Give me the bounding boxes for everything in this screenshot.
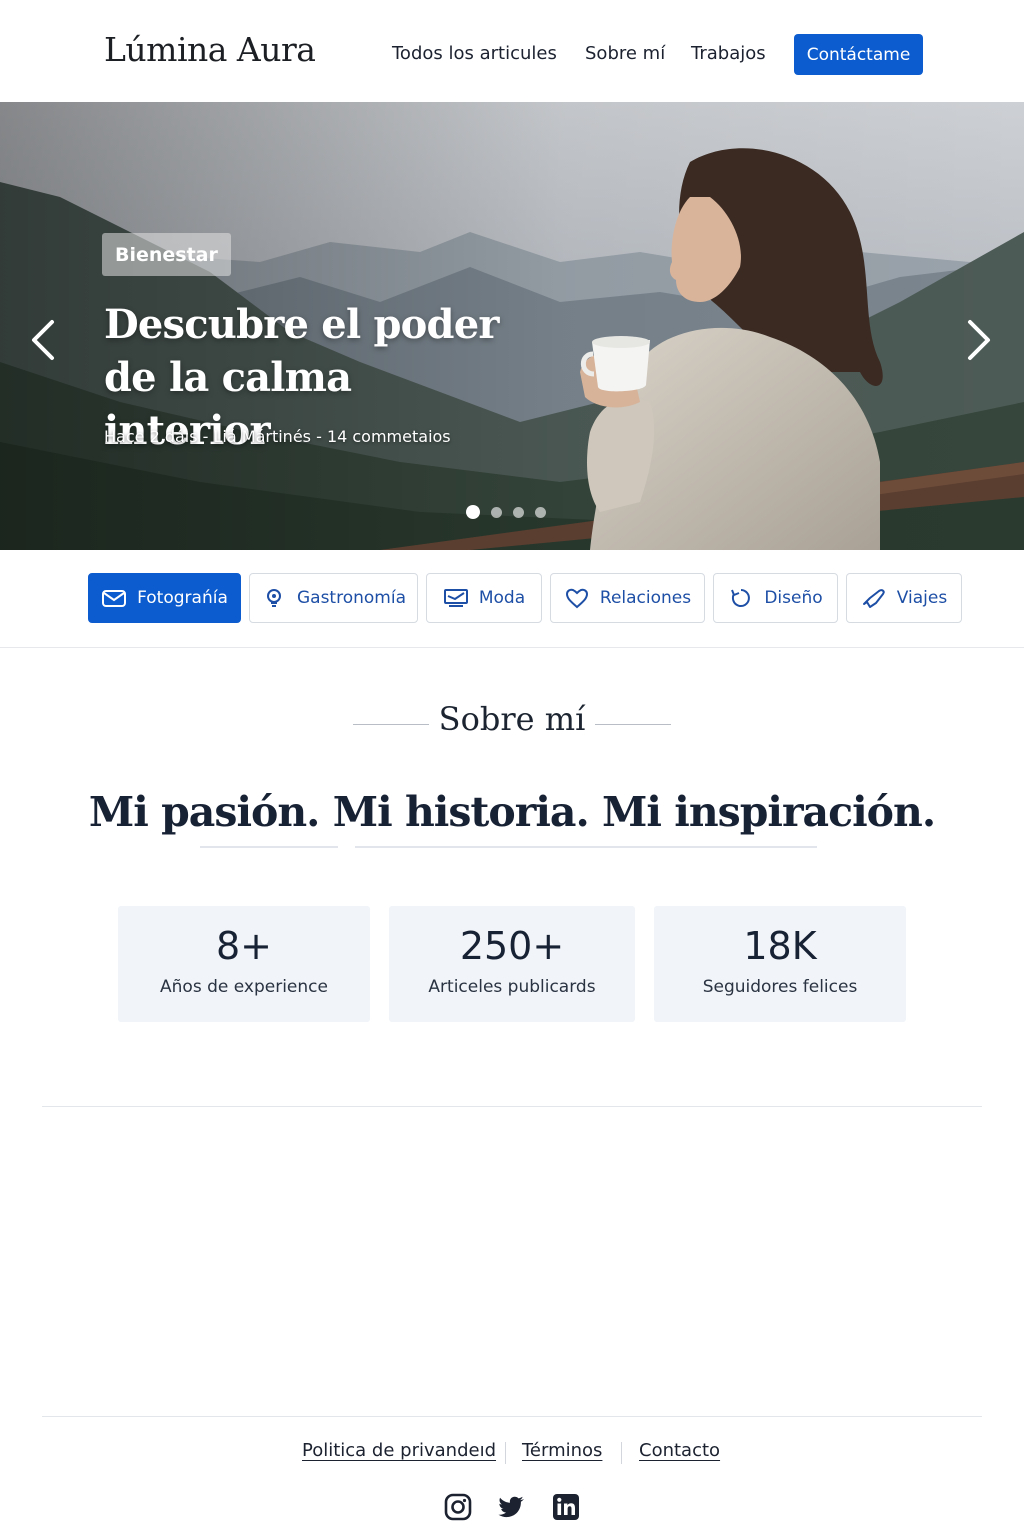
about-section-title: Sobre mí [438, 700, 586, 738]
hero-category-tag[interactable]: Bienestar [102, 233, 231, 276]
stat-value: 250+ [459, 924, 565, 968]
category-label: Viajes [896, 588, 948, 608]
category-bar: Fotograńía Gastronomía Moda Relaciones D… [0, 550, 1024, 648]
category-label: Fotograńía [137, 588, 228, 608]
chevron-right-icon[interactable] [962, 316, 996, 364]
stat-card-followers: 18K Seguidores felices [654, 906, 906, 1022]
stat-label: Seguidores felices [702, 977, 858, 997]
footer-link-terms[interactable]: Términos [522, 1440, 602, 1461]
category-travel[interactable]: Viajes [846, 573, 962, 623]
contact-button[interactable]: Contáctame [794, 34, 923, 75]
chevron-left-icon[interactable] [26, 316, 60, 364]
category-gastronomy[interactable]: Gastronomía [249, 573, 418, 623]
linkedin-icon[interactable] [552, 1493, 580, 1521]
footer-divider [42, 1416, 982, 1417]
footer-link-privacy[interactable]: Politica de privandeıd [302, 1440, 496, 1461]
footer-link-contact[interactable]: Contacto [639, 1440, 720, 1461]
nav-link-about[interactable]: Sobre mí [585, 43, 665, 64]
stat-value: 18K [743, 924, 817, 968]
plane-icon [862, 589, 885, 608]
carousel-dot[interactable] [535, 506, 546, 518]
heart-icon [565, 588, 588, 609]
stat-card-articles: 250+ Articeles publicards [389, 906, 635, 1022]
stat-label: Años de experience [160, 977, 328, 997]
stat-card-experience: 8+ Años de experience [118, 906, 370, 1022]
nav-link-all-articles[interactable]: Todos los articules [392, 43, 557, 64]
footer-separator [621, 1442, 622, 1464]
carousel-dot[interactable] [513, 506, 524, 518]
stat-label: Articeles publicards [428, 977, 596, 997]
category-label: Relaciones [599, 588, 692, 608]
refresh-icon [731, 589, 751, 607]
stat-value: 8+ [215, 924, 273, 968]
carousel-dot[interactable] [466, 505, 480, 519]
nav-link-works[interactable]: Trabajos [691, 43, 766, 64]
carousel-dots [466, 505, 546, 519]
lightbulb-icon [266, 589, 281, 607]
category-relationships[interactable]: Relaciones [550, 573, 705, 623]
heading-underline [355, 846, 817, 848]
category-photography[interactable]: Fotograńía [88, 573, 241, 623]
category-fashion[interactable]: Moda [426, 573, 542, 623]
envelope-icon [102, 590, 127, 607]
category-label: Gastronomía [296, 588, 406, 608]
screen-icon [443, 589, 468, 607]
heading-underline [200, 846, 338, 848]
hero-carousel[interactable]: Bienestar Descubre el poder de la calma … [0, 102, 1024, 550]
footer-separator [505, 1442, 506, 1464]
instagram-icon[interactable] [444, 1493, 472, 1521]
site-logo[interactable]: Lúmina Aura [104, 30, 316, 69]
site-header: Lúmina Aura Todos los articules Sobre mí… [0, 0, 1024, 102]
about-heading: Mi pasión. Mi historia. Mi inspiración. [88, 788, 936, 836]
section-divider [42, 1106, 982, 1107]
category-design[interactable]: Diseño [713, 573, 838, 623]
category-label: Diseño [764, 588, 823, 608]
hero-meta: Hace 2 dáıs - Liá Mártinés - 14 commetai… [104, 427, 451, 446]
twitter-icon[interactable] [498, 1493, 526, 1521]
carousel-dot[interactable] [491, 506, 502, 518]
divider-line [595, 724, 671, 725]
category-label: Moda [478, 588, 526, 608]
